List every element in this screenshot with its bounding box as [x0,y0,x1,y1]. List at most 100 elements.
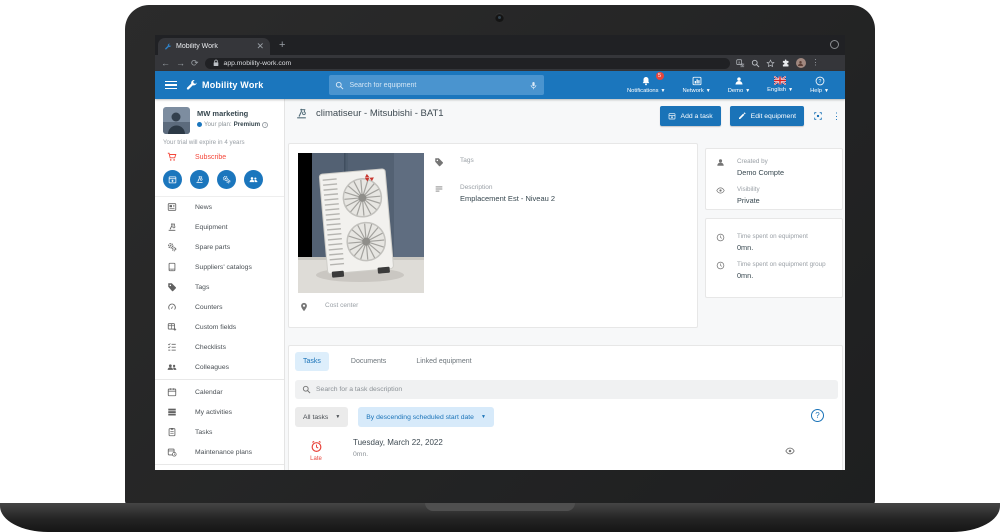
add-task-icon [668,112,676,120]
all-tasks-dropdown[interactable]: All tasks ▼ [295,407,349,427]
equipment-search[interactable] [329,75,545,95]
quick-spare-parts-button[interactable] [217,170,236,189]
qr-scan-icon[interactable] [813,111,823,121]
tag-icon [167,282,177,292]
news-icon [167,202,177,212]
tasks-tabs: Tasks Documents Linked equipment [295,352,480,371]
more-options-icon[interactable]: ⋮ [832,111,841,120]
bookmark-star-icon[interactable] [766,59,775,68]
forward-icon[interactable]: → [176,58,185,68]
time-equipment-value: 0mn. [737,242,754,252]
quick-add-task-button[interactable] [163,170,182,189]
subscribe-link[interactable]: Subscribe [155,146,284,164]
tag-icon [434,157,444,167]
tasks-panel: Tasks Documents Linked equipment All tas… [288,345,843,470]
sidebar-item-news[interactable]: News [155,197,284,217]
webcam-icon [495,13,504,22]
nav-language[interactable]: English ▼ [767,76,793,94]
sidebar-item-counters[interactable]: Counters [155,297,284,317]
brand-name: Mobility Work [202,80,264,90]
activities-icon [167,407,177,417]
browser-menu-icon[interactable]: ⋮ [812,59,820,67]
sidebar-item-tasks[interactable]: Tasks [155,422,284,442]
task-duration: 0mn. [353,451,369,458]
task-search-input[interactable] [316,386,831,393]
sidebar-item-tags[interactable]: Tags [155,277,284,297]
tab-close-icon[interactable]: ✕ [256,42,264,51]
translate-icon[interactable] [736,59,745,68]
sidebar-item-spare-parts[interactable]: Spare parts [155,237,284,257]
sidebar-item-maintenance-plans[interactable]: Maintenance plans [155,442,284,462]
created-by-row: Created by Demo Compte [716,158,832,177]
person-icon [716,158,725,167]
edit-equipment-button[interactable]: Edit equipment [729,106,804,126]
sidebar-menu-2: Calendar My activities Tasks Maintenance… [155,382,284,462]
search-icon [302,385,311,394]
pencil-icon [738,112,746,120]
chevron-down-icon: ▼ [335,414,341,420]
divider [155,464,284,465]
sidebar-item-my-activities[interactable]: My activities [155,402,284,422]
help-icon [815,76,825,86]
add-task-button[interactable]: Add a task [659,106,721,126]
sidebar-item-colleagues[interactable]: Colleagues [155,357,284,377]
app-header: Mobility Work 5 Notifications▼ Network▼ [155,71,845,99]
back-icon[interactable]: ← [161,58,170,68]
nav-demo[interactable]: Demo ▼ [728,76,750,94]
sidebar-item-suppliers-catalogs[interactable]: Suppliers' catalogs [155,257,284,277]
nav-help[interactable]: Help ▼ [810,76,829,94]
task-search[interactable] [295,380,838,399]
maintenance-plan-icon [167,447,177,457]
catalog-icon [167,262,177,272]
equipment-icon [295,107,308,120]
sidebar-item-equipment[interactable]: Equipment [155,217,284,237]
tasks-icon [167,427,177,437]
task-row[interactable]: Late Tuesday, March 22, 2022 0mn. [303,438,833,462]
quick-equipment-button[interactable] [190,170,209,189]
url-bar[interactable]: app.mobility-work.com [204,57,730,69]
quick-colleagues-button[interactable] [244,170,263,189]
browser-tabstrip: Mobility Work ✕ + [155,35,845,55]
org-avatar [163,107,190,134]
description-value: Emplacement Est - Niveau 2 [460,194,556,203]
menu-icon[interactable] [165,81,177,89]
reload-icon[interactable]: ⟳ [191,58,199,68]
mic-icon[interactable] [529,81,538,90]
custom-fields-icon [167,322,177,332]
sidebar-menu: News Equipment Spare parts Suppliers' ca… [155,197,284,377]
tab-linked-equipment[interactable]: Linked equipment [408,352,479,371]
app-logo[interactable]: Mobility Work [185,79,263,92]
sidebar-item-checklists[interactable]: Checklists [155,337,284,357]
nav-notifications[interactable]: 5 Notifications ▼ [627,72,666,94]
sidebar-item-companies[interactable]: Companies [155,467,284,470]
equipment-search-input[interactable] [349,81,525,89]
browser-tab[interactable]: Mobility Work ✕ [158,38,270,55]
tab-tasks[interactable]: Tasks [295,352,329,371]
page-title: climatiseur - Mitsubishi - BAT1 [316,108,444,119]
meta-card: Created by Demo Compte Visibility Privat… [705,148,843,210]
sort-dropdown[interactable]: By descending scheduled start date ▼ [358,407,494,427]
help-circle-icon[interactable]: ? [811,409,824,422]
zoom-icon[interactable] [751,59,760,68]
gauge-icon [167,302,177,312]
equipment-photo[interactable] [298,153,424,293]
eye-icon[interactable] [785,446,795,456]
profile-block[interactable]: MW marketing Your plan: Premium i [155,99,284,136]
plan-dot-icon [197,122,202,127]
nav-network[interactable]: Network ▼ [683,76,711,94]
spare-parts-icon [167,242,177,252]
laptop-notch [425,503,575,511]
lock-icon [212,59,220,67]
tab-search-icon[interactable] [830,40,839,49]
info-icon[interactable]: i [262,121,269,128]
browser-profile-avatar[interactable] [795,58,806,68]
cost-center-field: Cost center [299,302,358,312]
divider [155,379,284,380]
new-tab-button[interactable]: + [279,39,285,51]
time-group-value: 0mn. [737,270,754,280]
tab-documents[interactable]: Documents [343,352,394,371]
location-pin-icon [299,302,309,312]
extensions-icon[interactable] [781,59,790,68]
sidebar-item-custom-fields[interactable]: Custom fields [155,317,284,337]
sidebar-item-calendar[interactable]: Calendar [155,382,284,402]
